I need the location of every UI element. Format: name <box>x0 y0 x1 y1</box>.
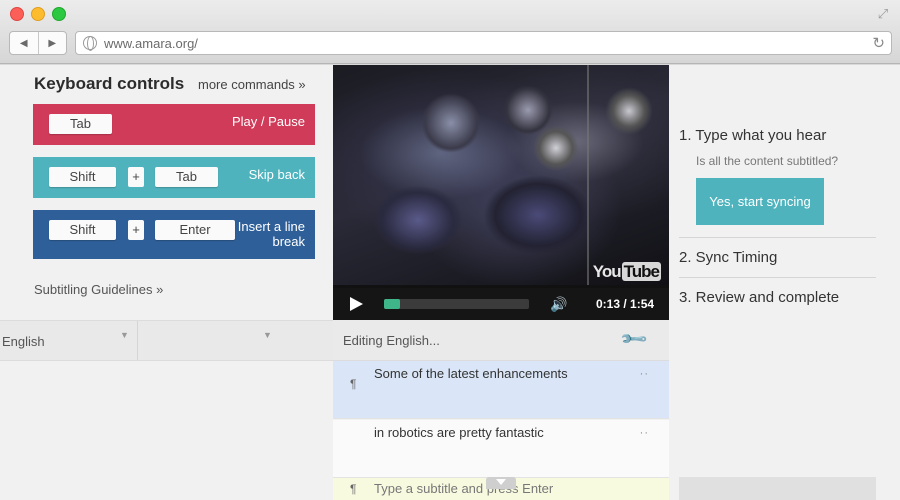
key-tab: Tab <box>155 167 218 187</box>
more-icon[interactable]: ·· <box>640 368 649 380</box>
bottom-panel <box>679 477 876 500</box>
page-content: Keyboard controls more commands » Tab Pl… <box>0 65 900 500</box>
secondary-language-select[interactable]: ▼ <box>138 321 278 360</box>
pilcrow-icon: ¶ <box>350 482 357 496</box>
video-time: 0:13 / 1:54 <box>596 297 655 311</box>
divider <box>679 277 876 278</box>
more-commands-link[interactable]: more commands » <box>198 77 306 92</box>
editor-title: Editing English... <box>343 333 440 348</box>
pilcrow-icon: ¶ <box>350 377 357 391</box>
nav-buttons: ◀ ▶ <box>9 31 67 55</box>
shortcut-play-pause: Tab Play / Pause <box>33 104 315 145</box>
step-sync-timing: 2. Sync Timing <box>679 249 778 266</box>
volume-icon[interactable]: 🔊 <box>550 296 567 313</box>
divider <box>679 237 876 238</box>
shortcut-action: Insert a line break <box>237 219 305 249</box>
subtitle-text[interactable]: Some of the latest enhancements <box>374 366 568 381</box>
close-window-button[interactable] <box>10 7 24 21</box>
chevron-down-icon: ▼ <box>263 330 272 340</box>
key-plus: + <box>128 167 144 187</box>
language-bar: English ▼ ▼ <box>0 320 333 361</box>
key-plus: + <box>128 220 144 240</box>
subtitle-row[interactable]: ¶ Some of the latest enhancements ·· <box>333 361 669 419</box>
play-icon[interactable] <box>350 297 363 311</box>
step-review-and-complete: 3. Review and complete <box>679 289 840 306</box>
wrench-icon[interactable]: 🔧 <box>618 324 649 355</box>
shortcut-line-break: Shift + Enter Insert a line break <box>33 210 315 259</box>
content-subtitled-question: Is all the content subtitled? <box>696 154 839 168</box>
reload-icon[interactable]: ↻ <box>872 34 885 52</box>
key-shift: Shift <box>49 220 116 240</box>
more-icon[interactable]: ·· <box>640 427 649 439</box>
collapse-toggle[interactable] <box>486 477 516 489</box>
fullscreen-icon[interactable]: ⤢ <box>876 7 890 21</box>
browser-chrome: ⤢ ◀ ▶ www.amara.org/ ↻ <box>0 0 900 64</box>
chevron-down-icon: ▼ <box>120 330 129 340</box>
shortcut-action: Play / Pause <box>232 114 305 129</box>
video-player[interactable]: You Tube 🔊 0:13 / 1:54 <box>333 65 669 320</box>
start-syncing-button[interactable]: Yes, start syncing <box>696 178 824 225</box>
youtube-logo: You Tube <box>592 262 661 281</box>
minimize-window-button[interactable] <box>31 7 45 21</box>
key-tab: Tab <box>49 114 112 134</box>
back-button[interactable]: ◀ <box>10 32 38 54</box>
language-selected: English <box>2 334 45 349</box>
key-enter: Enter <box>155 220 235 240</box>
editor-header: Editing English... 🔧 <box>333 320 669 361</box>
progress-bar[interactable] <box>384 299 529 309</box>
maximize-window-button[interactable] <box>52 7 66 21</box>
shortcut-action: Skip back <box>248 167 305 182</box>
subtitle-row[interactable]: in robotics are pretty fantastic ·· <box>333 420 669 478</box>
key-shift: Shift <box>49 167 116 187</box>
globe-icon <box>83 36 97 51</box>
language-select[interactable]: English ▼ <box>0 321 138 360</box>
keyboard-controls-title: Keyboard controls <box>34 74 185 93</box>
shortcut-skip-back: Shift + Tab Skip back <box>33 157 315 198</box>
address-bar[interactable]: www.amara.org/ ↻ <box>75 31 892 55</box>
progress-fill <box>384 299 401 309</box>
subtitling-guidelines-link[interactable]: Subtitling Guidelines » <box>34 282 163 297</box>
video-controls: 🔊 0:13 / 1:54 <box>333 288 669 320</box>
forward-button[interactable]: ▶ <box>37 32 67 54</box>
step-type-what-you-hear: 1. Type what you hear <box>679 127 827 144</box>
url-text[interactable]: www.amara.org/ <box>104 36 198 51</box>
video-frame <box>333 65 669 285</box>
subtitle-text[interactable]: in robotics are pretty fantastic <box>374 425 544 440</box>
